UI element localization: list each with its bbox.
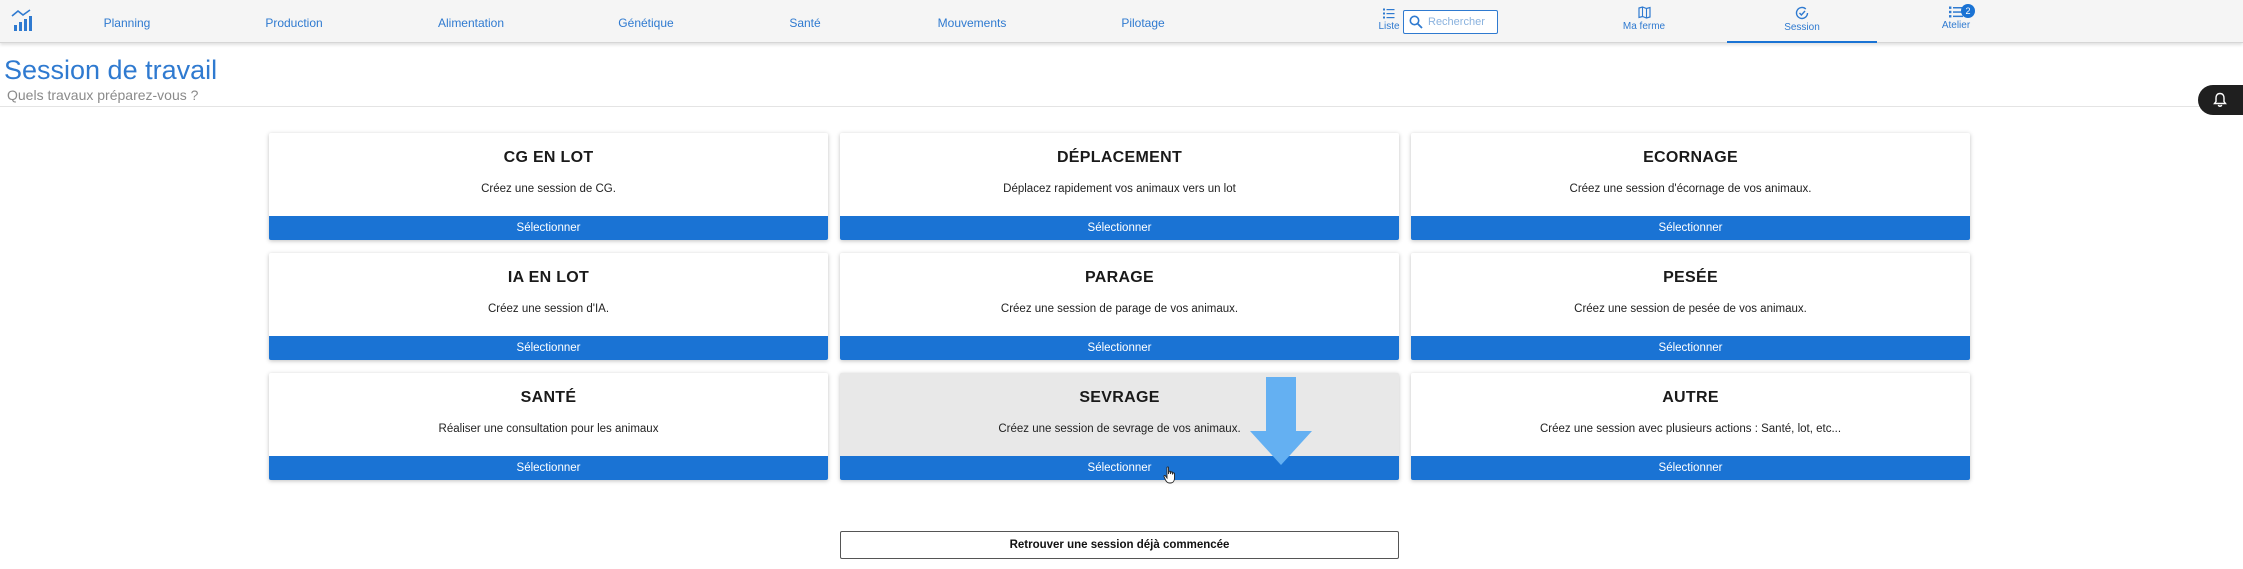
session-card-parage: PARAGE Créez une session de parage de vo… (840, 253, 1399, 360)
nav-production[interactable]: Production (265, 16, 322, 30)
card-description: Déplacez rapidement vos animaux vers un … (1003, 183, 1236, 195)
card-description: Créez une session de sevrage de vos anim… (998, 423, 1241, 435)
card-title: SEVRAGE (1079, 389, 1160, 406)
nav-ma-ferme-label: Ma ferme (1622, 21, 1666, 32)
top-navigation-bar: Planning Production Alimentation Génétiq… (0, 0, 2243, 43)
nav-sante[interactable]: Santé (789, 16, 820, 30)
session-card-sevrage: SEVRAGE Créez une session de sevrage de … (840, 373, 1399, 480)
select-button[interactable]: Sélectionner (269, 336, 828, 360)
card-description: Créez une session de parage de vos anima… (1000, 303, 1239, 315)
clock-check-icon (1727, 6, 1877, 20)
nav-alimentation[interactable]: Alimentation (438, 16, 504, 30)
select-button[interactable]: Sélectionner (269, 216, 828, 240)
arrow-down-icon (1250, 377, 1312, 472)
card-description: Créez une session avec plusieurs actions… (1539, 423, 1842, 435)
chart-bars-icon[interactable] (10, 8, 36, 34)
page-title: Session de travail (4, 55, 218, 85)
card-title: AUTRE (1662, 389, 1719, 406)
hand-cursor-icon (1163, 466, 1177, 489)
select-button[interactable]: Sélectionner (840, 216, 1399, 240)
divider (0, 106, 2243, 107)
liste-toggle[interactable]: Liste (1374, 8, 1404, 32)
nav-atelier[interactable]: 2 Atelier (1881, 4, 2031, 31)
list-icon (1881, 6, 2031, 18)
card-title: PARAGE (1084, 269, 1155, 286)
nav-session-label: Session (1784, 22, 1820, 33)
card-description: Créez une session de CG. (481, 183, 616, 195)
page-subtitle: Quels travaux préparez-vous ? (7, 87, 199, 103)
nav-genetique[interactable]: Génétique (618, 16, 673, 30)
select-button[interactable]: Sélectionner (269, 456, 828, 480)
nav-ma-ferme[interactable]: Ma ferme (1569, 6, 1719, 32)
session-card-deplacement: DÉPLACEMENT Déplacez rapidement vos anim… (840, 133, 1399, 240)
card-title: ECORNAGE (1643, 149, 1738, 166)
select-button[interactable]: Sélectionner (1411, 456, 1970, 480)
select-button[interactable]: Sélectionner (1411, 336, 1970, 360)
session-card-cg-en-lot: CG EN LOT Créez une session de CG. Sélec… (269, 133, 828, 240)
card-title: IA EN LOT (507, 269, 590, 286)
map-icon (1569, 6, 1719, 19)
atelier-count-badge: 2 (1961, 4, 1975, 18)
nav-atelier-label: Atelier (1941, 20, 1971, 31)
liste-label: Liste (1378, 21, 1400, 32)
select-button[interactable]: Sélectionner (840, 456, 1399, 480)
session-card-pesee: PESÉE Créez une session de pesée de vos … (1411, 253, 1970, 360)
resume-session-button[interactable]: Retrouver une session déjà commencée (840, 531, 1399, 559)
session-card-ia-en-lot: IA EN LOT Créez une session d'IA. Sélect… (269, 253, 828, 360)
select-button[interactable]: Sélectionner (1411, 216, 1970, 240)
session-card-autre: AUTRE Créez une session avec plusieurs a… (1411, 373, 1970, 480)
select-button[interactable]: Sélectionner (840, 336, 1399, 360)
search-input[interactable] (1428, 14, 1494, 30)
nav-session[interactable]: Session (1727, 6, 1877, 43)
card-title: PESÉE (1663, 269, 1718, 286)
nav-planning[interactable]: Planning (104, 16, 151, 30)
notification-button[interactable] (2198, 85, 2243, 115)
card-description: Créez une session d'IA. (487, 303, 610, 315)
card-description: Créez une session de pesée de vos animau… (1574, 303, 1807, 315)
session-card-sante: SANTÉ Réaliser une consultation pour les… (269, 373, 828, 480)
search-box[interactable] (1403, 10, 1498, 34)
card-title: SANTÉ (520, 389, 577, 406)
card-title: DÉPLACEMENT (1056, 149, 1183, 166)
nav-pilotage[interactable]: Pilotage (1121, 16, 1164, 30)
list-view-icon (1374, 8, 1404, 19)
card-description: Créez une session d'écornage de vos anim… (1569, 183, 1812, 195)
card-title: CG EN LOT (503, 149, 594, 166)
nav-mouvements[interactable]: Mouvements (938, 16, 1007, 30)
card-description: Réaliser une consultation pour les anima… (438, 423, 659, 435)
session-card-ecornage: ECORNAGE Créez une session d'écornage de… (1411, 133, 1970, 240)
